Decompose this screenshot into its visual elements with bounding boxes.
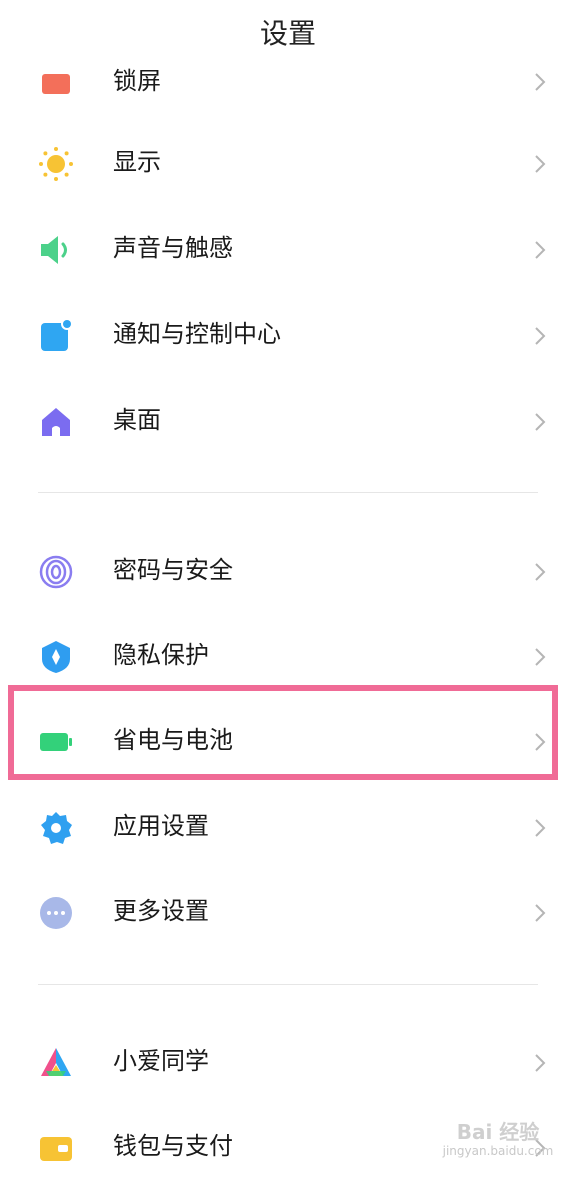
chevron-right-icon	[530, 70, 550, 94]
section-divider	[38, 984, 538, 985]
chevron-right-icon	[530, 560, 550, 584]
chevron-right-icon	[530, 816, 550, 840]
settings-item-display[interactable]: 显示	[0, 120, 576, 204]
settings-item-notifications[interactable]: 通知与控制中心	[0, 292, 576, 376]
settings-item-more-settings[interactable]: 更多设置	[0, 869, 576, 953]
chevron-right-icon	[530, 324, 550, 348]
sun-icon	[38, 146, 74, 182]
more-dots-icon	[38, 895, 74, 931]
settings-item-label: 钱包与支付	[113, 1132, 233, 1160]
watermark-url: jingyan.baidu.com	[442, 1144, 554, 1158]
section-divider	[38, 492, 538, 493]
watermark-logo: Bai 经验	[456, 1120, 540, 1144]
xiaoai-icon	[38, 1045, 74, 1081]
settings-item-home-screen[interactable]: 桌面	[0, 378, 576, 462]
chevron-right-icon	[530, 901, 550, 925]
highlight-box	[8, 685, 558, 780]
settings-item-label: 显示	[113, 148, 161, 176]
speaker-icon	[38, 232, 74, 268]
fingerprint-icon	[38, 554, 74, 590]
settings-item-label: 应用设置	[113, 812, 209, 840]
chevron-right-icon	[530, 645, 550, 669]
settings-item-label: 小爱同学	[113, 1047, 209, 1075]
watermark: Bai 经验 jingyan.baidu.com	[438, 1120, 558, 1172]
settings-item-xiaoai[interactable]: 小爱同学	[0, 1019, 576, 1103]
settings-item-label: 隐私保护	[113, 641, 209, 669]
settings-item-app-settings[interactable]: 应用设置	[0, 784, 576, 868]
lock-screen-icon	[38, 72, 74, 100]
settings-item-label: 声音与触感	[113, 234, 233, 262]
gear-icon	[38, 810, 74, 846]
chevron-right-icon	[530, 238, 550, 262]
notification-icon	[38, 318, 74, 354]
chevron-right-icon	[530, 152, 550, 176]
settings-item-password-security[interactable]: 密码与安全	[0, 528, 576, 612]
wallet-icon	[38, 1130, 74, 1166]
settings-item-label: 锁屏	[113, 67, 161, 95]
chevron-right-icon	[530, 1051, 550, 1075]
settings-item-label: 密码与安全	[113, 556, 233, 584]
settings-item-label: 更多设置	[113, 897, 209, 925]
settings-item-sound[interactable]: 声音与触感	[0, 206, 576, 290]
settings-item-lock-screen[interactable]: 锁屏	[0, 40, 576, 100]
settings-item-label: 桌面	[113, 406, 161, 434]
privacy-shield-icon	[38, 639, 74, 675]
home-icon	[38, 404, 74, 440]
chevron-right-icon	[530, 410, 550, 434]
settings-item-label: 通知与控制中心	[113, 320, 281, 348]
